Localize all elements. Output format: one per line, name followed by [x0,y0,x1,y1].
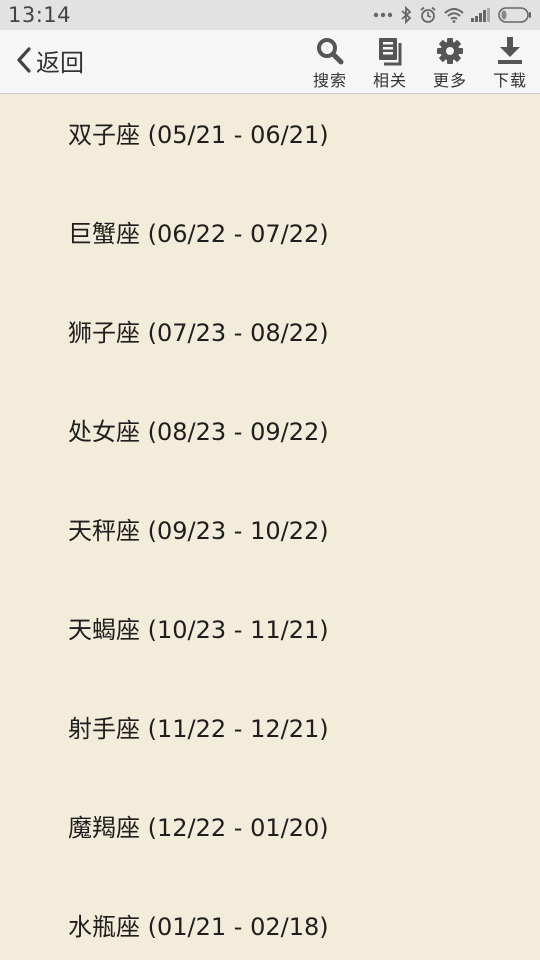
list-item-capricorn[interactable]: 魔羯座 (12/22 - 01/20) [0,788,540,887]
more-button[interactable]: 更多 [422,36,478,90]
bluetooth-icon [400,6,412,24]
list-item-label: 狮子座 (07/23 - 08/22) [68,319,329,347]
download-icon [494,36,526,66]
list-item-label: 天蝎座 (10/23 - 11/21) [68,616,329,644]
related-button[interactable]: 相关 [362,36,418,90]
list-item-gemini[interactable]: 双子座 (05/21 - 06/21) [0,95,540,194]
list-item-aquarius[interactable]: 水瓶座 (01/21 - 02/18) [0,887,540,960]
list-item-libra[interactable]: 天秤座 (09/23 - 10/22) [0,491,540,590]
search-icon [314,36,346,66]
list-item-scorpio[interactable]: 天蝎座 (10/23 - 11/21) [0,590,540,689]
list-item-label: 双子座 (05/21 - 06/21) [68,121,329,149]
back-button[interactable]: 返回 [14,42,84,78]
more-dots-icon [373,12,393,18]
chevron-left-icon [14,45,36,75]
status-bar: 13:14 [0,0,540,30]
search-label: 搜索 [312,71,347,90]
list-item-label: 魔羯座 (12/22 - 01/20) [68,814,329,842]
zodiac-list: 双子座 (05/21 - 06/21) 巨蟹座 (06/22 - 07/22) … [0,95,540,960]
search-button[interactable]: 搜索 [302,36,358,90]
status-icons [373,4,532,26]
list-item-label: 天秤座 (09/23 - 10/22) [68,517,329,545]
list-item-label: 处女座 (08/23 - 09/22) [68,418,329,446]
more-label: 更多 [432,71,467,90]
battery-icon [498,7,532,23]
list-item-cancer[interactable]: 巨蟹座 (06/22 - 07/22) [0,194,540,293]
list-item-label: 射手座 (11/22 - 12/21) [68,715,329,743]
list-item-sagittarius[interactable]: 射手座 (11/22 - 12/21) [0,689,540,788]
download-label: 下载 [492,71,527,90]
gear-icon [434,36,466,66]
related-label: 相关 [372,71,407,90]
wifi-icon [444,7,464,23]
signal-icon [471,8,491,22]
document-icon [374,36,406,66]
list-item-label: 水瓶座 (01/21 - 02/18) [68,913,329,941]
status-time: 13:14 [8,3,72,27]
list-item-leo[interactable]: 狮子座 (07/23 - 08/22) [0,293,540,392]
alarm-icon [419,6,437,24]
download-button[interactable]: 下载 [482,36,538,90]
list-item-label: 巨蟹座 (06/22 - 07/22) [68,220,329,248]
list-item-virgo[interactable]: 处女座 (08/23 - 09/22) [0,392,540,491]
back-label: 返回 [36,48,84,77]
toolbar: 返回 搜索 相关 更多 下载 [0,30,540,94]
